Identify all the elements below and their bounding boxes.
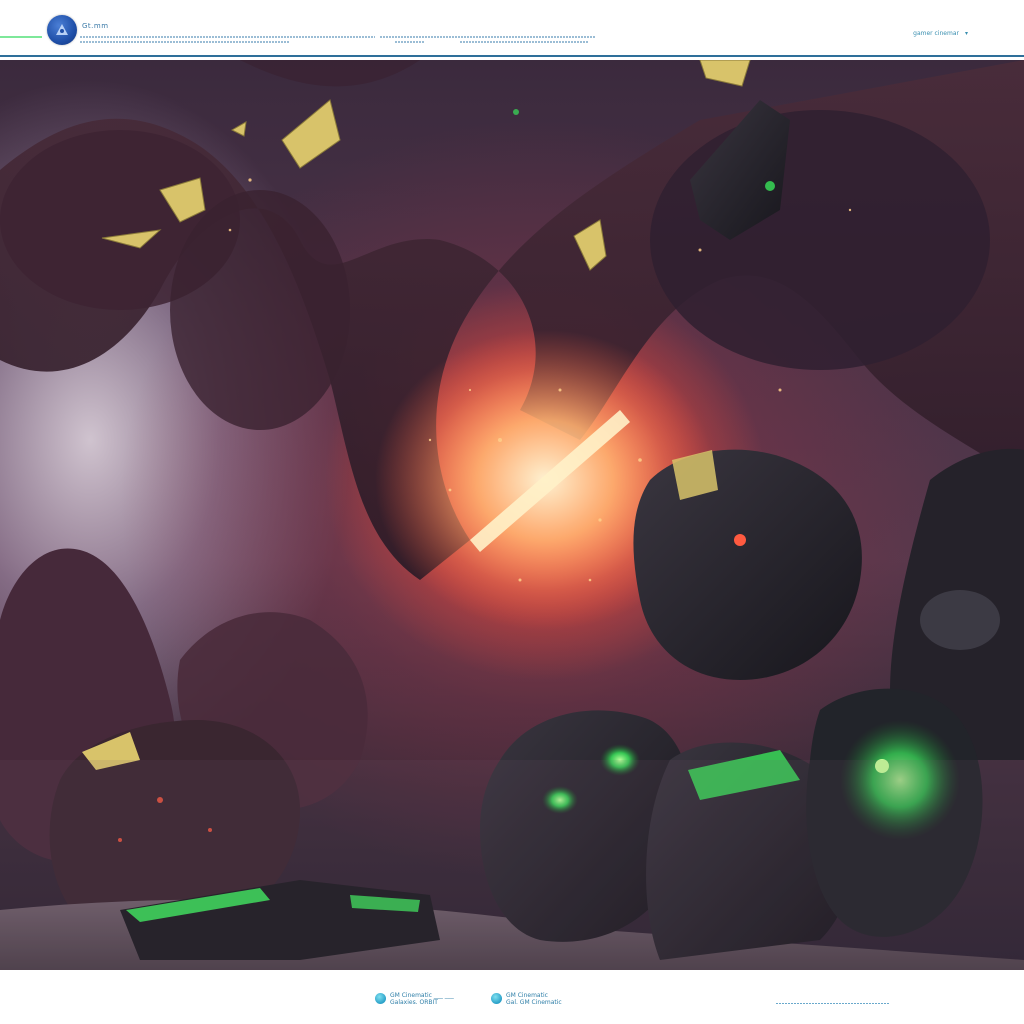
header-fineprint bbox=[460, 41, 588, 43]
header-fineprint bbox=[80, 41, 290, 43]
header-fineprint bbox=[80, 36, 375, 38]
footer-logo-icon[interactable] bbox=[375, 993, 386, 1004]
footer-planet-icon[interactable] bbox=[491, 993, 502, 1004]
chevron-down-icon: ▾ bbox=[964, 30, 968, 37]
footer-link-left[interactable]: GM Cinematic ___ ___ Galaxies. ORBIT bbox=[390, 992, 454, 1006]
menu-dropdown-label: gamer cinemar bbox=[913, 30, 959, 37]
rock-arch-shadow bbox=[0, 60, 420, 87]
mech-core-red bbox=[734, 534, 746, 546]
site-header: Gt.mm gamer cinemar ▾ bbox=[0, 0, 1024, 58]
game-viewport[interactable] bbox=[0, 60, 1024, 970]
header-fineprint bbox=[380, 36, 595, 38]
footer-left-line2: Galaxies. ORBIT bbox=[390, 999, 438, 1006]
footer-right-line1: GM Cinematic bbox=[506, 992, 548, 999]
footer-left-line1: GM Cinematic ___ ___ bbox=[390, 992, 454, 999]
brand-name[interactable]: Gt.mm bbox=[82, 22, 109, 30]
site-footer: GM Cinematic ___ ___ Galaxies. ORBIT GM … bbox=[0, 970, 1024, 1024]
footer-divider bbox=[776, 1003, 890, 1004]
scene-artwork bbox=[0, 60, 1024, 970]
header-fineprint bbox=[395, 41, 425, 43]
footer-link-right[interactable]: GM Cinematic Gal. GM Cinematic bbox=[506, 992, 562, 1006]
rock-cluster bbox=[650, 110, 990, 370]
rock-cluster bbox=[170, 190, 350, 430]
menu-dropdown[interactable]: gamer cinemar ▾ bbox=[913, 30, 968, 37]
site-logo[interactable] bbox=[47, 15, 77, 45]
distant-mech-light bbox=[513, 109, 519, 115]
header-accent-line bbox=[0, 36, 42, 38]
foreground-haze bbox=[0, 760, 1024, 970]
footer-right-line2: Gal. GM Cinematic bbox=[506, 999, 562, 1006]
header-divider bbox=[0, 55, 1024, 57]
far-right-mech-dome bbox=[920, 590, 1000, 650]
rocket-icon bbox=[56, 24, 68, 35]
game-page: Gt.mm gamer cinemar ▾ GM Cinematic ___ _… bbox=[0, 0, 1024, 1024]
right-mech-upper bbox=[633, 449, 862, 680]
distant-mech-light bbox=[765, 181, 775, 191]
